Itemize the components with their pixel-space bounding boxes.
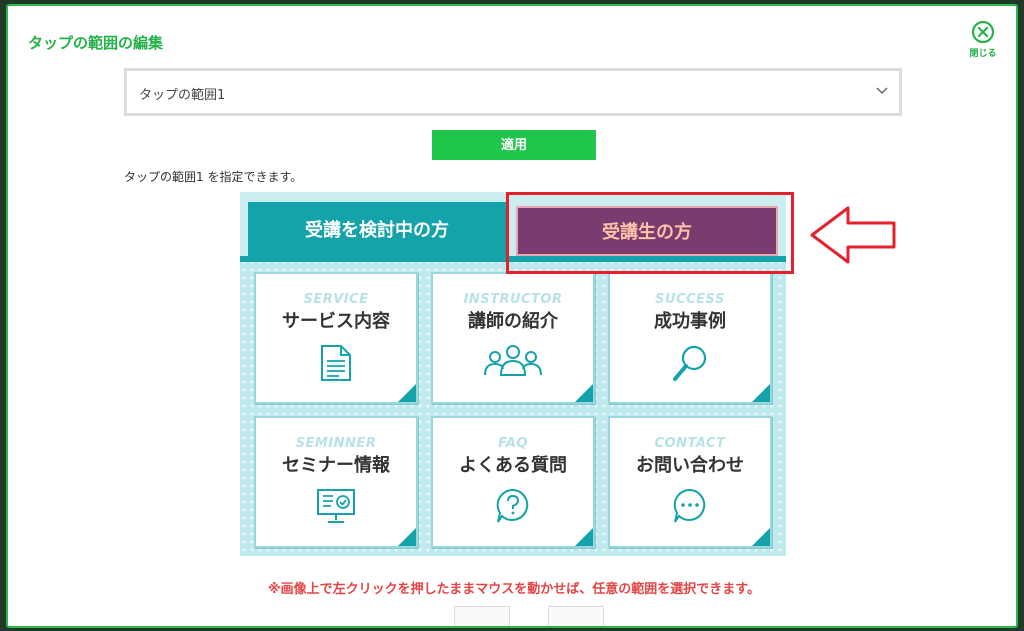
left-arrow-icon	[810, 206, 896, 264]
card-en-label: INSTRUCTOR	[463, 292, 563, 307]
edit-tap-area-dialog: タップの範囲の編集 閉じる タップの範囲1 適用 タップの範囲1 を指定できます…	[6, 4, 1018, 628]
corner-arrow-icon	[398, 384, 416, 402]
dialog-title: タップの範囲の編集	[28, 34, 164, 52]
close-button[interactable]: 閉じる	[966, 20, 1000, 64]
card-success: SUCCESS 成功事例	[608, 272, 772, 404]
card-ja-label: よくある質問	[459, 455, 567, 476]
tab-prospective: 受講を検討中の方	[248, 202, 506, 258]
people-icon	[484, 345, 542, 376]
footer-button-stub[interactable]	[548, 606, 604, 626]
close-icon	[971, 20, 995, 44]
corner-arrow-icon	[575, 384, 593, 402]
help-text: タップの範囲1 を指定できます。	[124, 170, 303, 184]
card-instructor: INSTRUCTOR 講師の紹介	[431, 272, 595, 404]
corner-arrow-icon	[752, 384, 770, 402]
card-ja-label: お問い合わせ	[636, 455, 744, 476]
chevron-down-icon	[876, 87, 888, 95]
select-value: タップの範囲1	[139, 88, 226, 103]
card-faq: FAQ よくある質問	[431, 416, 595, 548]
corner-arrow-icon	[752, 528, 770, 546]
card-en-label: CONTACT	[654, 436, 726, 451]
question-bubble-icon	[496, 488, 529, 523]
card-seminar: SEMINNER セミナー情報	[254, 416, 418, 548]
card-ja-label: 成功事例	[654, 311, 726, 332]
monitor-check-icon	[317, 489, 355, 523]
card-ja-label: 講師の紹介	[468, 311, 558, 332]
card-contact: CONTACT お問い合わせ	[608, 416, 772, 548]
card-en-label: SERVICE	[303, 292, 369, 307]
chat-bubble-icon	[673, 488, 706, 523]
card-ja-label: サービス内容	[282, 311, 390, 332]
card-en-label: FAQ	[498, 436, 528, 451]
card-service: SERVICE サービス内容	[254, 272, 418, 404]
card-ja-label: セミナー情報	[282, 455, 390, 476]
apply-button[interactable]: 適用	[432, 130, 596, 160]
card-en-label: SUCCESS	[655, 292, 725, 307]
selected-tap-area-highlight	[506, 192, 794, 274]
selection-notice: ※画像上で左クリックを押したままマウスを動かせば、任意の範囲を選択できます。	[268, 582, 760, 597]
close-label: 閉じる	[969, 49, 997, 59]
magnifier-icon	[673, 345, 707, 381]
tap-area-select[interactable]: タップの範囲1	[124, 68, 902, 116]
document-icon	[321, 345, 351, 381]
footer-button-stub[interactable]	[454, 606, 510, 626]
corner-arrow-icon	[398, 528, 416, 546]
card-en-label: SEMINNER	[295, 436, 377, 451]
corner-arrow-icon	[575, 528, 593, 546]
